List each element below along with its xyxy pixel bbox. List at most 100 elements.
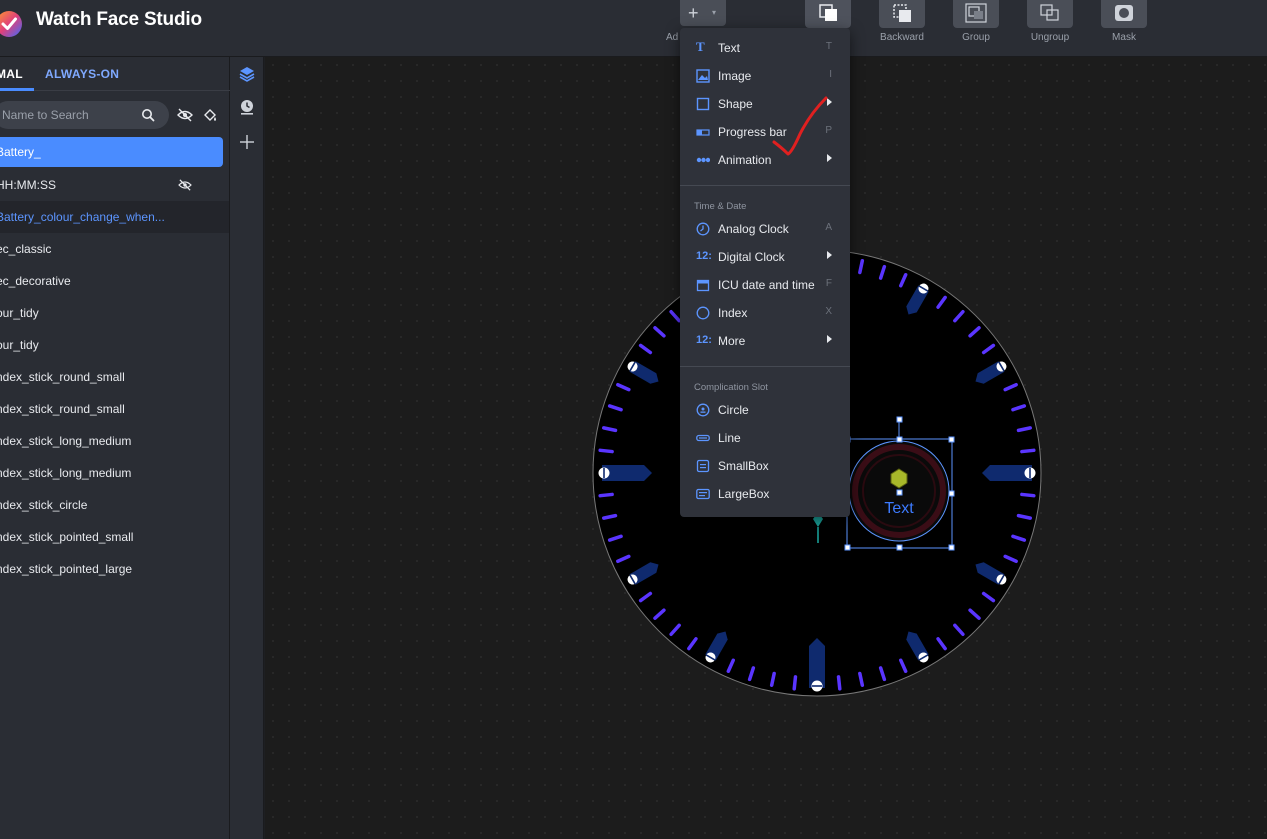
- calendar-icon: [696, 279, 710, 292]
- menu-item-label: Analog Clock: [718, 222, 789, 236]
- backward-button[interactable]: [879, 0, 925, 28]
- largebox-slot-icon: [696, 488, 710, 500]
- menu-item-shape[interactable]: Shape: [680, 90, 850, 118]
- menu-item-circle[interactable]: Circle: [680, 396, 850, 424]
- shortcut-key: P: [825, 125, 832, 136]
- menu-item-label: Shape: [718, 97, 753, 111]
- minute-tick: [602, 513, 618, 520]
- add-component-menu: T Text T Image I Shape Progress bar P An…: [680, 28, 850, 517]
- mode-tabs: MAL ALWAYS-ON: [0, 57, 230, 91]
- paint-bucket-icon[interactable]: [202, 107, 218, 123]
- ungroup-icon: [1040, 4, 1059, 21]
- hidden-eye-icon[interactable]: [178, 179, 192, 191]
- layer-label: ndex_stick_round_small: [0, 402, 125, 416]
- minute-tick: [1016, 426, 1032, 433]
- shortcut-key: X: [825, 306, 832, 317]
- layer-label: Battery_: [0, 145, 41, 159]
- layer-item[interactable]: ndex_stick_circle: [0, 489, 229, 521]
- layer-item[interactable]: HH:MM:SS: [0, 169, 229, 201]
- layer-item[interactable]: ndex_stick_round_small: [0, 393, 229, 425]
- menu-item-more[interactable]: 12: More: [680, 327, 850, 355]
- search-input[interactable]: [2, 101, 142, 129]
- layers-icon[interactable]: [239, 66, 255, 82]
- layer-label: our_tidy: [0, 338, 39, 352]
- layer-item[interactable]: ndex_stick_long_medium: [0, 425, 229, 457]
- submenu-arrow-icon: [827, 154, 832, 162]
- submenu-arrow-icon: [827, 335, 832, 343]
- menu-item-label: Digital Clock: [718, 250, 785, 264]
- mask-button[interactable]: [1101, 0, 1147, 28]
- minute-tick: [1016, 513, 1032, 520]
- layer-item[interactable]: ec_classic: [0, 233, 229, 265]
- menu-item-label: Text: [718, 41, 741, 55]
- layer-item[interactable]: Battery_: [0, 137, 223, 167]
- menu-item-icu-date-time[interactable]: ICU date and time F: [680, 271, 850, 299]
- layer-item[interactable]: Battery_colour_change_when...: [0, 201, 229, 233]
- menu-divider: [680, 185, 850, 186]
- layers-panel: MAL ALWAYS-ON Battery_ HH:MM:SS: [0, 57, 230, 839]
- menu-item-line[interactable]: Line: [680, 424, 850, 452]
- hour-marker: [982, 465, 1036, 481]
- add-component-button[interactable]: + ▾: [680, 0, 726, 26]
- progress-bar-icon: [696, 129, 710, 136]
- menu-item-label: LargeBox: [718, 487, 770, 501]
- menu-item-label: SmallBox: [718, 459, 769, 473]
- menu-item-analog-clock[interactable]: Analog Clock A: [680, 215, 850, 243]
- menu-item-label: Circle: [718, 403, 749, 417]
- layer-label: Battery_colour_change_when...: [0, 210, 165, 224]
- text-icon: T: [696, 39, 705, 54]
- minute-tick: [792, 675, 798, 691]
- layer-item[interactable]: our_tidy: [0, 329, 229, 361]
- send-backward-icon: [893, 4, 911, 22]
- minute-tick: [769, 671, 776, 688]
- minute-tick: [602, 426, 618, 433]
- mask-label: Mask: [1112, 32, 1136, 43]
- search-icon[interactable]: [141, 108, 155, 122]
- menu-item-label: Line: [718, 431, 741, 445]
- shortcut-key: F: [825, 278, 832, 289]
- circle-slot-icon: [696, 403, 710, 417]
- ungroup-label: Ungroup: [1030, 32, 1070, 43]
- group-label: Group: [962, 32, 990, 43]
- hour-marker: [598, 465, 652, 481]
- menu-item-largebox[interactable]: LargeBox: [680, 480, 850, 508]
- layer-label: ndex_stick_long_medium: [0, 434, 132, 448]
- layer-item[interactable]: ndex_stick_long_medium: [0, 457, 229, 489]
- minute-tick: [598, 448, 614, 454]
- hide-all-icon[interactable]: [177, 108, 193, 122]
- menu-item-text[interactable]: T Text T: [680, 34, 850, 62]
- top-toolbar: Watch Face Studio + ▾ Ad Backward Group …: [0, 0, 1267, 57]
- ungroup-button[interactable]: [1027, 0, 1073, 28]
- line-slot-icon: [696, 434, 710, 442]
- digital-clock-icon: 12:: [696, 250, 712, 262]
- shortcut-key: I: [829, 69, 832, 80]
- layer-label: ec_decorative: [0, 274, 71, 288]
- clock-history-icon[interactable]: [239, 99, 255, 115]
- menu-item-animation[interactable]: Animation: [680, 146, 850, 174]
- layer-item[interactable]: ndex_stick_pointed_small: [0, 521, 229, 553]
- tab-always-on[interactable]: ALWAYS-ON: [45, 67, 119, 81]
- tab-normal[interactable]: MAL: [0, 67, 23, 81]
- more-icon: 12:: [696, 334, 712, 346]
- layer-item[interactable]: ec_decorative: [0, 265, 229, 297]
- layer-label: ndex_stick_long_medium: [0, 466, 132, 480]
- active-tab-indicator: [0, 88, 34, 91]
- add-icon[interactable]: [239, 134, 255, 150]
- menu-item-label: Image: [718, 69, 752, 83]
- menu-item-smallbox[interactable]: SmallBox: [680, 452, 850, 480]
- menu-item-digital-clock[interactable]: 12: Digital Clock: [680, 243, 850, 271]
- tool-strip: [230, 57, 264, 839]
- smallbox-slot-icon: [696, 459, 710, 473]
- minute-tick: [858, 258, 865, 275]
- group-icon: [965, 3, 987, 23]
- layer-item[interactable]: our_tidy: [0, 297, 229, 329]
- menu-item-image[interactable]: Image I: [680, 62, 850, 90]
- layer-item[interactable]: ndex_stick_pointed_large: [0, 553, 229, 585]
- minute-tick: [1020, 492, 1036, 498]
- layer-label: our_tidy: [0, 306, 39, 320]
- layer-item[interactable]: ndex_stick_round_small: [0, 361, 229, 393]
- front-button[interactable]: [805, 0, 851, 28]
- menu-item-progress-bar[interactable]: Progress bar P: [680, 118, 850, 146]
- menu-item-index[interactable]: Index X: [680, 299, 850, 327]
- group-button[interactable]: [953, 0, 999, 28]
